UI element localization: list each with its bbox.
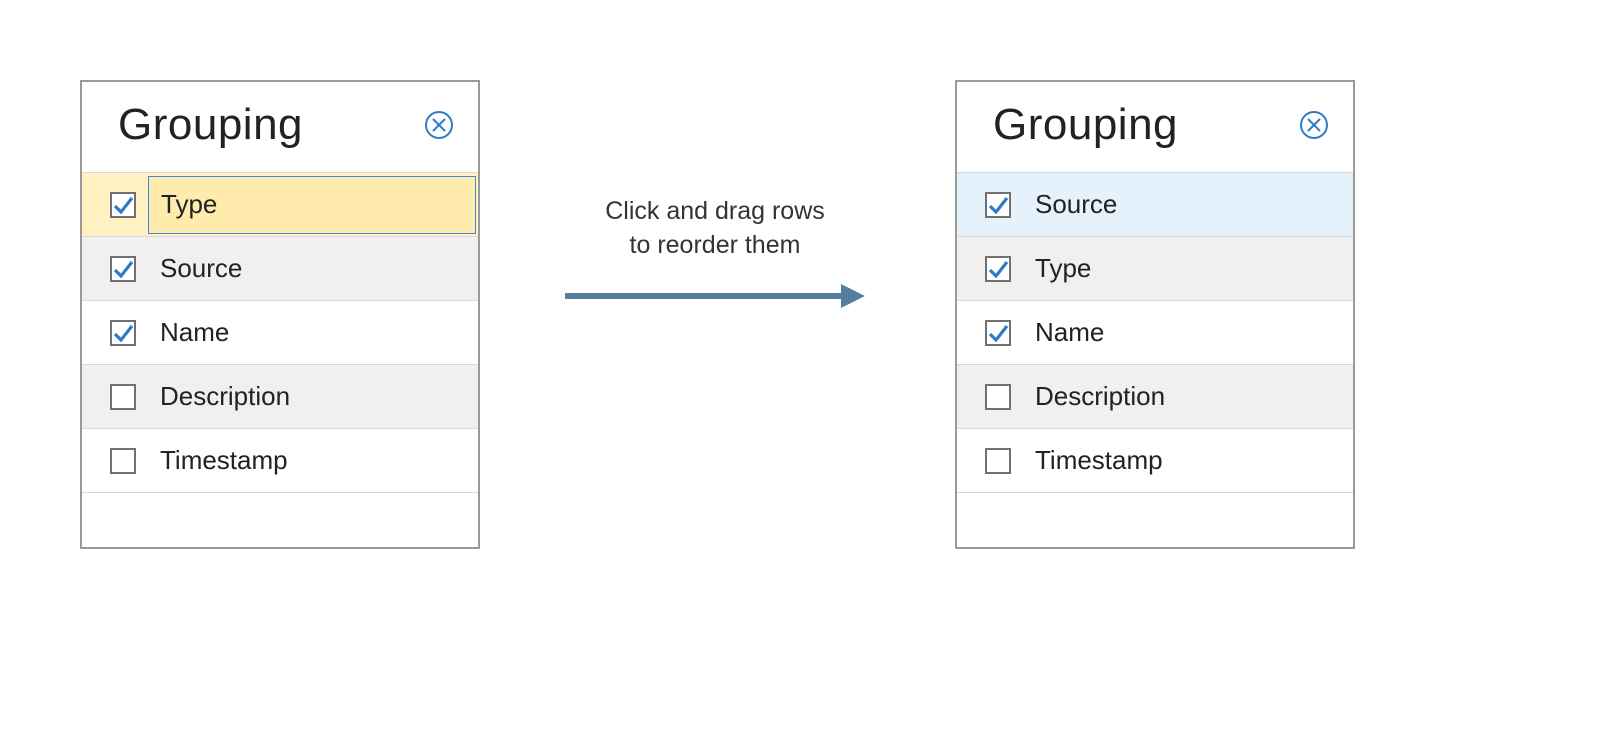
grouping-row-label: Source bbox=[1035, 189, 1117, 220]
grouping-row[interactable]: Source bbox=[82, 236, 478, 300]
checkbox[interactable] bbox=[985, 320, 1011, 346]
close-icon[interactable] bbox=[1299, 110, 1329, 140]
panel-title: Grouping bbox=[118, 100, 303, 150]
arrow-right-icon bbox=[565, 281, 865, 311]
panel-header: Grouping bbox=[82, 82, 478, 172]
grouping-row[interactable]: Description bbox=[82, 364, 478, 428]
checkbox[interactable] bbox=[110, 256, 136, 282]
close-icon[interactable] bbox=[424, 110, 454, 140]
grouping-row[interactable]: Name bbox=[957, 300, 1353, 364]
checkbox[interactable] bbox=[110, 192, 136, 218]
panel-title: Grouping bbox=[993, 100, 1178, 150]
grouping-row-label: Description bbox=[1035, 381, 1165, 412]
grouping-row[interactable]: Timestamp bbox=[82, 428, 478, 492]
grouping-row-label: Name bbox=[1035, 317, 1104, 348]
grouping-row-label: Type bbox=[161, 189, 217, 220]
grouping-row-label: Source bbox=[160, 253, 242, 284]
checkbox[interactable] bbox=[110, 448, 136, 474]
grouping-row[interactable]: Source bbox=[957, 172, 1353, 236]
checkbox[interactable] bbox=[110, 320, 136, 346]
grouping-row-label: Name bbox=[160, 317, 229, 348]
grouping-rows: Source Type Name bbox=[957, 172, 1353, 492]
grouping-rows: Type Source N bbox=[82, 172, 478, 492]
checkbox[interactable] bbox=[985, 192, 1011, 218]
instruction-block: Click and drag rows to reorder them bbox=[545, 195, 885, 316]
grouping-row-label: Description bbox=[160, 381, 290, 412]
panel-header: Grouping bbox=[957, 82, 1353, 172]
grouping-panel-before: Grouping Type bbox=[80, 80, 480, 549]
grouping-row[interactable]: Type bbox=[957, 236, 1353, 300]
grouping-row-label: Timestamp bbox=[1035, 445, 1163, 476]
checkbox[interactable] bbox=[985, 448, 1011, 474]
grouping-row-label: Type bbox=[1035, 253, 1091, 284]
instruction-text: Click and drag rows to reorder them bbox=[545, 195, 885, 263]
grouping-row[interactable]: Name bbox=[82, 300, 478, 364]
checkbox[interactable] bbox=[110, 384, 136, 410]
grouping-row-label: Timestamp bbox=[160, 445, 288, 476]
grouping-row[interactable]: Type bbox=[82, 172, 478, 236]
checkbox[interactable] bbox=[985, 384, 1011, 410]
panel-footer bbox=[957, 492, 1353, 547]
grouping-panel-after: Grouping Source bbox=[955, 80, 1355, 549]
panel-footer bbox=[82, 492, 478, 547]
grouping-row[interactable]: Description bbox=[957, 364, 1353, 428]
checkbox[interactable] bbox=[985, 256, 1011, 282]
grouping-row[interactable]: Timestamp bbox=[957, 428, 1353, 492]
